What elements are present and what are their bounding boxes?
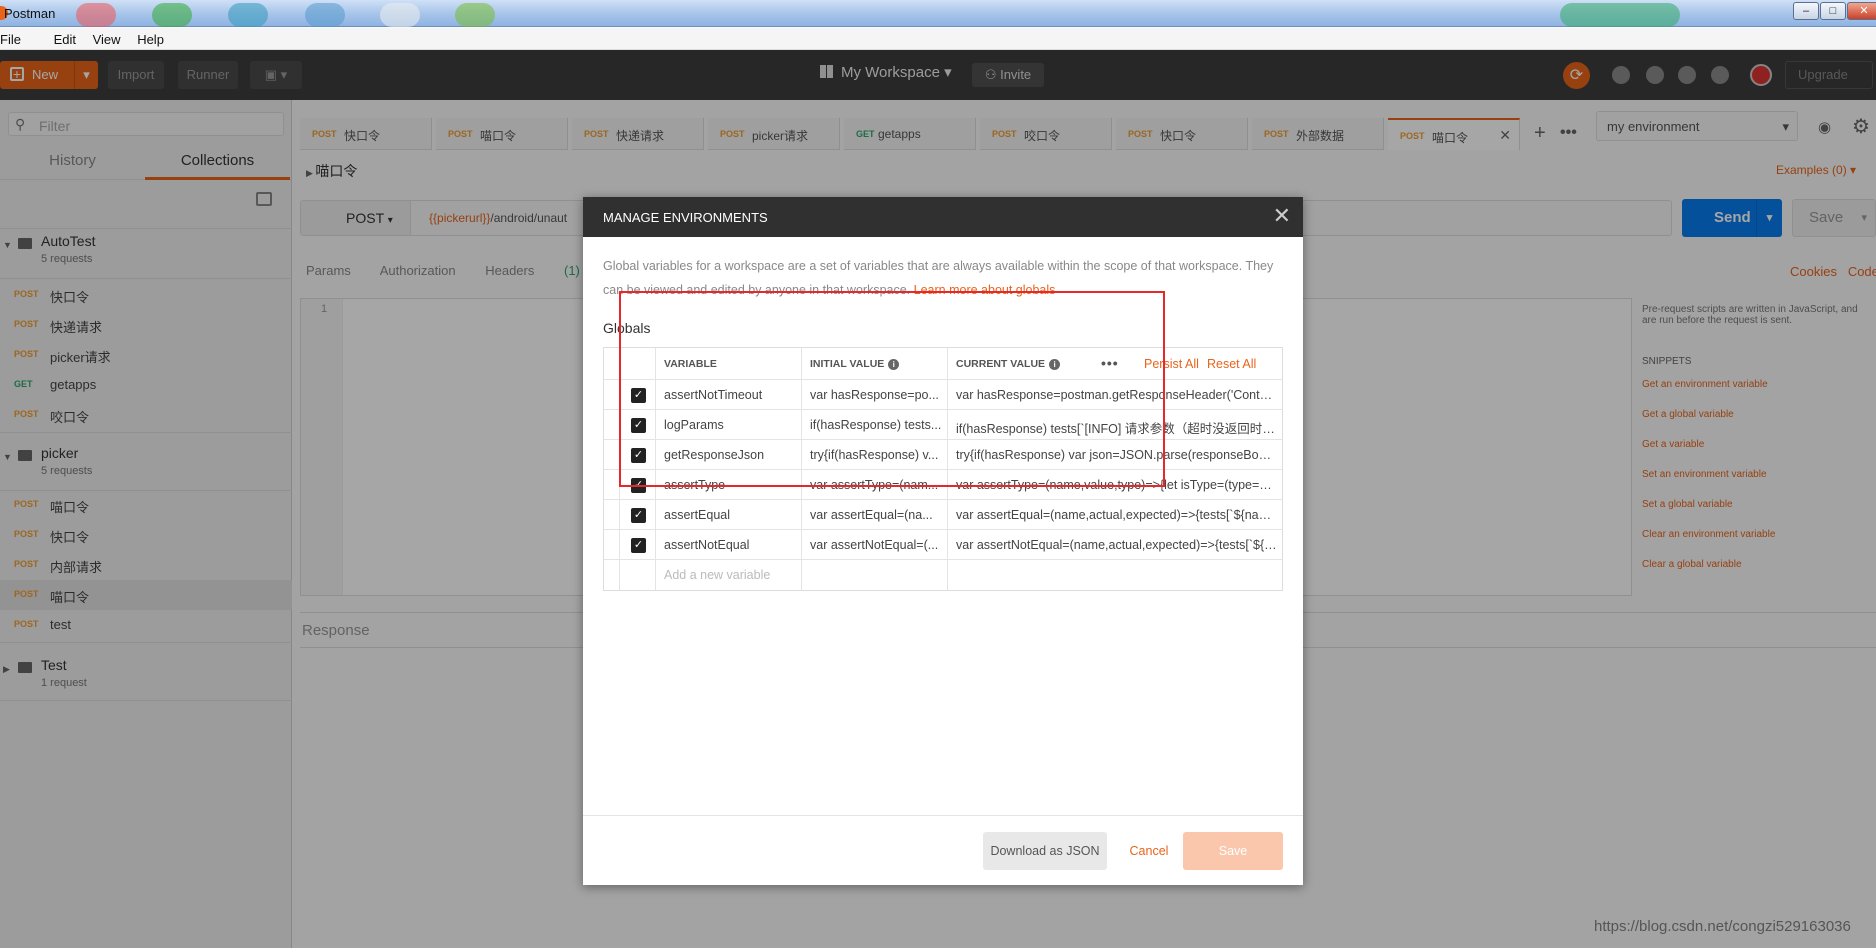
current-value-input[interactable]: try{if(hasResponse) var json=JSON.parse(…	[948, 440, 1282, 469]
taskbar-app-icon	[455, 3, 495, 27]
current-value-input[interactable]: var hasResponse=postman.getResponseHeade…	[948, 380, 1282, 409]
variable-input[interactable]: assertType	[656, 470, 802, 499]
current-value-input[interactable]: var assertEqual=(name,actual,expected)=>…	[948, 500, 1282, 529]
initial-value-input[interactable]: var hasResponse=po...	[802, 380, 948, 409]
table-row: ✓ assertNotTimeout var hasResponse=po...…	[604, 380, 1282, 410]
reset-all-button[interactable]: Reset All	[1207, 357, 1256, 371]
menu-edit[interactable]: Edit	[54, 28, 81, 47]
minimize-button[interactable]: –	[1793, 2, 1819, 20]
checkbox-cell: ✓	[620, 380, 656, 409]
download-json-button[interactable]: Download as JSON	[983, 832, 1107, 870]
column-initial-value: INITIAL VALUE i	[802, 348, 948, 379]
table-row: ✓ assertEqual var assertEqual=(na... var…	[604, 500, 1282, 530]
variable-input[interactable]: assertEqual	[656, 500, 802, 529]
window-title: Postman	[4, 6, 56, 21]
info-icon[interactable]: i	[1049, 359, 1061, 370]
window-close-button[interactable]: ✕	[1847, 2, 1876, 20]
learn-more-link[interactable]: Learn more about globals	[914, 283, 1056, 297]
current-value-label: CURRENT VALUE	[956, 358, 1046, 370]
info-icon[interactable]: i	[888, 359, 900, 370]
drag-handle[interactable]	[604, 410, 620, 439]
checkbox-cell: ✓	[620, 440, 656, 469]
checkbox-cell: ✓	[620, 470, 656, 499]
taskbar-app-icon	[1560, 3, 1680, 27]
manage-environments-modal: MANAGE ENVIRONMENTS ✕ Global variables f…	[583, 197, 1303, 885]
more-options-icon[interactable]: •••	[1101, 355, 1119, 371]
row-checkbox[interactable]: ✓	[631, 508, 646, 523]
modal-footer: Download as JSON Cancel Save	[583, 815, 1303, 885]
current-value-input[interactable]: var assertNotEqual=(name,actual,expected…	[948, 530, 1282, 559]
watermark: https://blog.csdn.net/congzi529163036	[1594, 918, 1851, 935]
table-row: ✓ assertType var assertType=(nam... var …	[604, 470, 1282, 500]
variable-input[interactable]: assertNotTimeout	[656, 380, 802, 409]
variable-input[interactable]: getResponseJson	[656, 440, 802, 469]
taskbar-app-icon	[380, 3, 420, 27]
initial-value-input[interactable]: var assertType=(nam...	[802, 470, 948, 499]
initial-value-input[interactable]: try{if(hasResponse) v...	[802, 440, 948, 469]
initial-value-input[interactable]: if(hasResponse) tests...	[802, 410, 948, 439]
menu-help[interactable]: Help	[137, 28, 169, 47]
checkbox-cell: ✓	[620, 530, 656, 559]
drag-handle[interactable]	[604, 530, 620, 559]
modal-title: MANAGE ENVIRONMENTS	[603, 210, 768, 225]
variable-input[interactable]: assertNotEqual	[656, 530, 802, 559]
menu-view[interactable]: View	[93, 28, 126, 47]
cancel-button[interactable]: Cancel	[1119, 832, 1179, 870]
globals-description: Global variables for a workspace are a s…	[603, 254, 1283, 302]
new-variable-row: Add a new variable	[604, 560, 1282, 590]
drag-handle[interactable]	[604, 470, 620, 499]
checkbox-cell: ✓	[620, 500, 656, 529]
initial-value-input[interactable]: var assertEqual=(na...	[802, 500, 948, 529]
column-current-value: CURRENT VALUE i	[948, 348, 1098, 379]
taskbar-app-icon	[152, 3, 192, 27]
new-current-value-input[interactable]	[948, 560, 1282, 590]
row-checkbox[interactable]: ✓	[631, 538, 646, 553]
checkbox-cell-empty	[620, 560, 656, 590]
table-header: VARIABLE INITIAL VALUE i CURRENT VALUE i •…	[604, 348, 1282, 380]
drag-handle-column	[604, 348, 620, 379]
drag-handle[interactable]	[604, 440, 620, 469]
initial-value-input[interactable]: var assertNotEqual=(...	[802, 530, 948, 559]
row-checkbox[interactable]: ✓	[631, 418, 646, 433]
variable-input[interactable]: logParams	[656, 410, 802, 439]
drag-handle[interactable]	[604, 380, 620, 409]
checkbox-cell: ✓	[620, 410, 656, 439]
current-value-input[interactable]: var assertType=(name,value,type)=>{let i…	[948, 470, 1282, 499]
globals-table: VARIABLE INITIAL VALUE i CURRENT VALUE i •…	[603, 347, 1283, 591]
add-variable-input[interactable]: Add a new variable	[656, 560, 802, 590]
row-checkbox[interactable]: ✓	[631, 478, 646, 493]
persist-all-button[interactable]: Persist All	[1144, 357, 1199, 371]
table-row: ✓ assertNotEqual var assertNotEqual=(...…	[604, 530, 1282, 560]
taskbar-app-icon	[228, 3, 268, 27]
table-row: ✓ getResponseJson try{if(hasResponse) v.…	[604, 440, 1282, 470]
close-icon[interactable]: ✕	[1273, 205, 1291, 227]
taskbar-app-icon	[76, 3, 116, 27]
save-button[interactable]: Save	[1183, 832, 1283, 870]
column-variable: VARIABLE	[656, 348, 802, 379]
menu-bar: File Edit View Help	[0, 28, 1876, 50]
row-checkbox[interactable]: ✓	[631, 448, 646, 463]
checkbox-column	[620, 348, 656, 379]
maximize-button[interactable]: □	[1820, 2, 1846, 20]
current-value-input[interactable]: if(hasResponse) tests[`[INFO] 请求参数（超时没返回…	[948, 410, 1282, 439]
modal-header: MANAGE ENVIRONMENTS ✕	[583, 197, 1303, 237]
section-title: Globals	[603, 320, 651, 336]
row-checkbox[interactable]: ✓	[631, 388, 646, 403]
initial-value-label: INITIAL VALUE	[810, 358, 885, 370]
taskbar-app-icon	[305, 3, 345, 27]
new-initial-value-input[interactable]	[802, 560, 948, 590]
window-titlebar: Postman – □ ✕	[0, 0, 1876, 27]
menu-file[interactable]: File	[0, 28, 26, 47]
drag-handle[interactable]	[604, 500, 620, 529]
drag-handle-empty	[604, 560, 620, 590]
table-row: ✓ logParams if(hasResponse) tests... if(…	[604, 410, 1282, 440]
